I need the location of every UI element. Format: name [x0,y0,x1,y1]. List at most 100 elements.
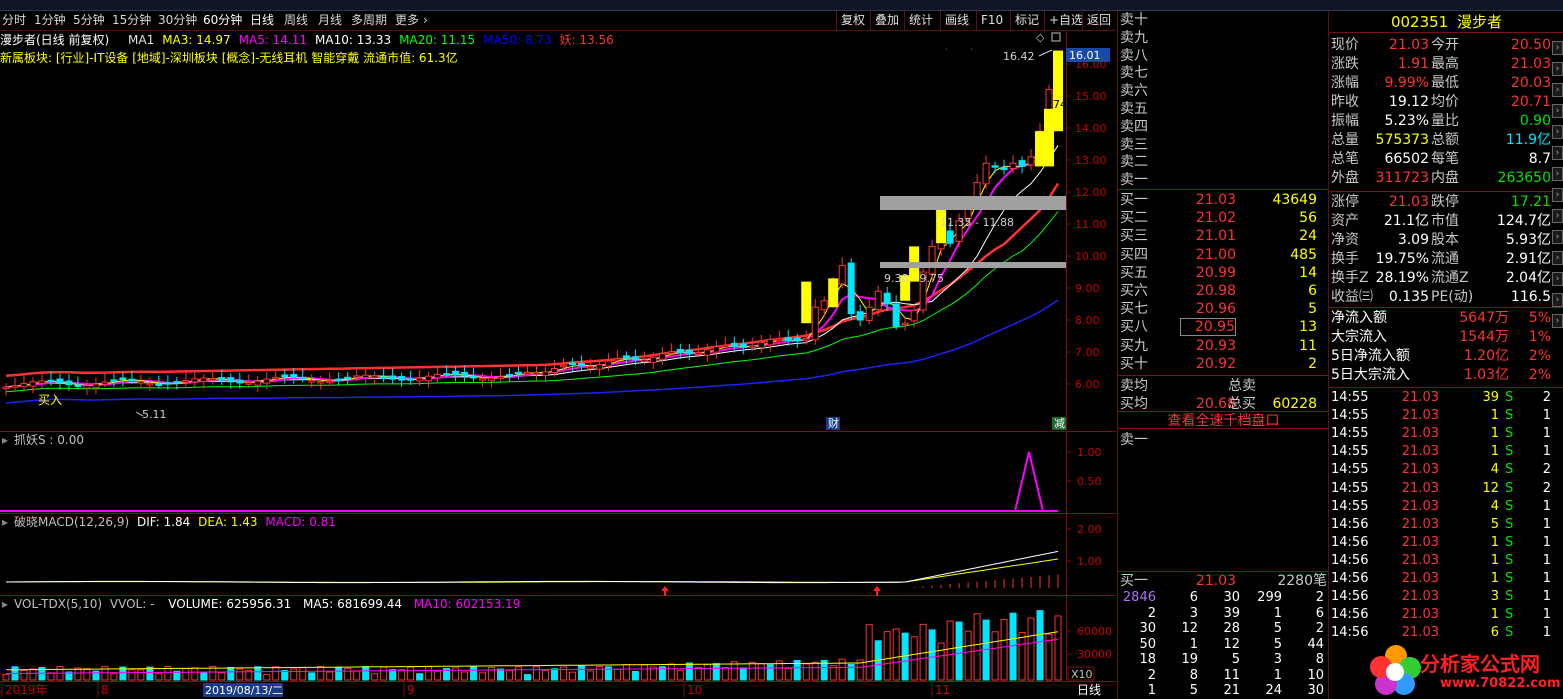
buy-level-row[interactable]: 买九 20.93 11 [1118,337,1329,355]
tick-row: 14:55 21.03 4 S 2 [1329,461,1563,479]
restore-rights-button[interactable]: 复权 [836,11,870,30]
buy-level-price: 20.95 [1180,318,1236,337]
side-tab-icon[interactable]: › [1552,41,1563,55]
quote-value: 116.5 [1510,289,1551,305]
fund-flow-row: 5日净流入额 1.20亿 2% [1329,347,1563,365]
f10-button[interactable]: F10 [976,11,1010,30]
period-tab-week[interactable]: 周线 [284,12,308,29]
side-tab-icon[interactable]: › [1552,314,1563,328]
sell-level-row[interactable]: 卖十 [1118,11,1329,29]
buy-level-price: 21.00 [1195,246,1236,263]
buy-level-row[interactable]: 买七 20.96 5 [1118,300,1329,318]
view-full-depth-link[interactable]: 查看全速千档盘口 [1118,411,1329,429]
candle-body [272,376,280,380]
buy-level-row[interactable]: 买五 20.99 14 [1118,264,1329,282]
vol-collapse-icon[interactable]: ▸ [2,597,8,611]
period-tab-month[interactable]: 月线 [318,12,342,29]
candle-body [766,338,774,346]
tick-cell: 14:55 [1331,480,1369,496]
side-icon-strip[interactable]: › › › › › › › › › › › › › › [1551,41,1563,341]
side-tab-icon[interactable]: › [1552,230,1563,244]
quote-label: 外盘 [1331,170,1359,186]
period-tab-day[interactable]: 日线 [250,12,274,29]
overlay-button[interactable]: 叠加 [870,11,904,30]
sell-level-row[interactable]: 卖一 [1118,171,1329,189]
period-tab-multi[interactable]: 多周期 [351,12,387,29]
side-tab-icon[interactable]: › [1552,188,1563,202]
maximize-icon[interactable] [1051,32,1061,42]
quote-label: 收益㈢ [1331,289,1373,305]
candle-body [991,165,999,168]
volume-bar [802,663,810,681]
sell-level-row[interactable]: 卖七 [1118,64,1329,82]
period-tab-15min[interactable]: 15分钟 [112,12,151,29]
buy-level-label: 买二 [1120,210,1148,227]
buy-level-row[interactable]: 买二 21.02 56 [1118,209,1329,227]
sell-level-row[interactable]: 卖八 [1118,47,1329,65]
queue-cell: 6 [1315,605,1324,621]
candle-body [757,341,765,349]
y-tick-label: 13.00 [1075,154,1107,167]
quote-row: 现价 21.03 今开 20.50 [1329,36,1563,54]
period-tab-30min[interactable]: 30分钟 [158,12,197,29]
tick-cell: S [1505,498,1514,514]
ma-legend-item: MA3: 14.97 [162,33,231,47]
tick-row: 14:56 21.03 1 S 1 [1329,534,1563,552]
diamond-icon[interactable]: ◇ [1036,31,1045,44]
tick-cell: 1 [1542,408,1551,424]
sell-level-row[interactable]: 卖六 [1118,82,1329,100]
buy-level-row[interactable]: 买三 21.01 24 [1118,227,1329,245]
add-watchlist-button[interactable]: +自选 [1044,11,1083,30]
candle-body [11,385,19,388]
ind1-collapse-icon[interactable]: ▸ [2,433,8,447]
statistics-button[interactable]: 统计 [904,11,940,30]
queue-cell: 2 [1147,605,1156,621]
period-tab-5min[interactable]: 5分钟 [73,12,105,29]
queue-cell: 5 [1273,636,1282,652]
side-tab-icon[interactable]: › [1552,125,1563,139]
draw-line-button[interactable]: 画线 [940,11,976,30]
sell-level-row[interactable]: 卖二 [1118,153,1329,171]
buy-level-row[interactable]: 买一 21.03 43649 [1118,191,1329,209]
volume-bar [344,667,352,681]
sell-level-row[interactable]: 卖四 [1118,118,1329,136]
buy-level-row[interactable]: 买八 20.95 13 [1118,318,1329,337]
period-tab-fenshi[interactable]: 分时 [2,12,26,29]
current-price-tag: 16.01 [1069,49,1101,62]
side-tab-icon[interactable]: › [1552,83,1563,97]
back-button[interactable]: 返回 [1082,11,1116,30]
buy-level-volume: 56 [1299,210,1317,227]
x-label: 2019年 [5,683,48,697]
ind1-label: 抓妖S : 0.00 [14,433,85,447]
buy-level-row[interactable]: 买十 20.92 2 [1118,355,1329,373]
volume-bar [515,666,523,681]
candle-body [299,376,307,380]
sell-level-row[interactable]: 卖五 [1118,100,1329,118]
candle-body [101,381,109,385]
period-tab-60min[interactable]: 60分钟 [203,12,242,29]
sell-level-row[interactable]: 卖三 [1118,136,1329,154]
side-tab-icon[interactable]: › [1552,272,1563,286]
side-tab-icon[interactable]: › [1552,104,1563,118]
fund-flow-cell: 5日大宗流入 [1331,367,1410,383]
side-tab-icon[interactable]: › [1552,146,1563,160]
side-tab-icon[interactable]: › [1552,209,1563,223]
period-tab-1min[interactable]: 1分钟 [34,12,66,29]
mark-button[interactable]: 标记 [1010,11,1044,30]
chevron-right-icon[interactable]: › [423,12,428,29]
ind2-collapse-icon[interactable]: ▸ [2,515,8,529]
buy-level-row[interactable]: 买六 20.98 6 [1118,282,1329,300]
dea-line [6,558,1059,583]
side-tab-icon[interactable]: › [1552,167,1563,181]
tick-row: 14:55 21.03 1 S 1 [1329,443,1563,461]
period-tab-more[interactable]: 更多 [395,12,419,29]
side-tab-icon[interactable]: › [1552,251,1563,265]
sell-level-row[interactable]: 卖九 [1118,29,1329,47]
tick-cell: 2 [1542,390,1551,405]
volume-bar [667,663,675,681]
side-tab-icon[interactable]: › [1552,62,1563,76]
quote-row: 换手Z 28.19% 流通Z 2.04亿 [1329,269,1563,287]
volume-bar [416,673,424,681]
side-tab-icon[interactable]: › [1552,293,1563,307]
buy-level-row[interactable]: 买四 21.00 485 [1118,246,1329,264]
